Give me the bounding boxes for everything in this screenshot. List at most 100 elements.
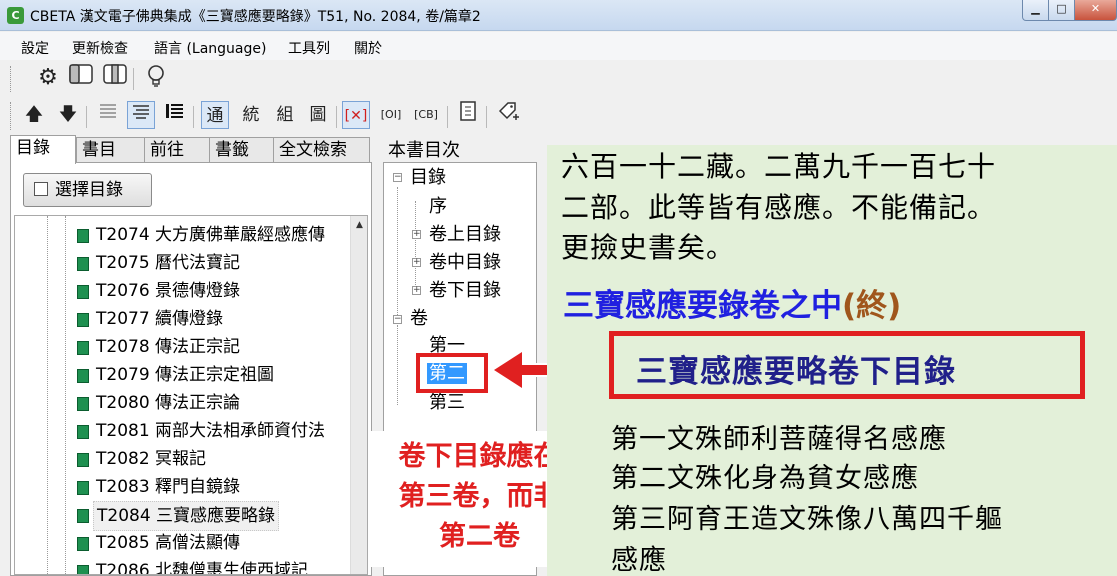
toc-entry-text: 第三阿育王造文殊像八萬四千軀 <box>611 504 1003 535</box>
callout-text: 三寶感應要略卷下目錄 <box>636 354 956 390</box>
book-icon <box>77 453 89 467</box>
tree-item-selected[interactable]: T2084 三寶感應要略錄 <box>15 501 355 531</box>
collapse-icon[interactable]: − <box>393 315 402 324</box>
book-icon <box>77 369 89 383</box>
expand-icon[interactable]: + <box>412 230 421 239</box>
tab-catalog[interactable]: 目錄 <box>10 135 76 164</box>
select-catalog-label: 選擇目錄 <box>55 180 123 200</box>
book-icon <box>77 341 89 355</box>
toc-entry-text: 感應 <box>611 545 667 576</box>
scroll-up-arrow-icon[interactable]: ▲ <box>351 220 367 230</box>
window-title: CBETA 漢文電子佛典集成《三寶感應要略錄》T51, No. 2084, 卷/… <box>30 9 481 25</box>
text-line: 更撿史書矣。 <box>561 231 736 264</box>
toggle-left-panel-icon[interactable] <box>67 64 95 92</box>
toc-juan-item[interactable]: 第三 <box>429 390 465 416</box>
bracket-x-icon[interactable]: [✕] <box>342 101 370 129</box>
tab-bookmarks[interactable]: 書籤 <box>209 137 274 163</box>
tree-item[interactable]: T2080 傳法正宗論 <box>15 389 355 417</box>
toc-item[interactable]: 卷下目錄 <box>429 278 501 304</box>
zu-button[interactable]: 組 <box>271 101 299 129</box>
catalog-panel: 選擇目錄 T2074 大方廣佛華嚴經感應傳 T2075 曆代法寶記 T2076 … <box>10 162 372 576</box>
text-line: 六百一十二藏。二萬九千一百七十 <box>561 150 997 183</box>
tong-button[interactable]: 通 <box>201 101 229 129</box>
book-icon <box>77 481 89 495</box>
tree-item[interactable]: T2086 北魏僧惠生使西域記 <box>15 557 355 574</box>
menu-update-check[interactable]: 更新檢查 <box>72 38 128 58</box>
tree-item[interactable]: T2076 景德傳燈錄 <box>15 277 355 305</box>
tree-item[interactable]: T2085 高僧法顯傳 <box>15 529 355 557</box>
collapse-icon[interactable]: − <box>393 173 402 182</box>
annotation-callout-box: 三寶感應要略卷下目錄 <box>609 331 1085 399</box>
add-tag-icon[interactable] <box>494 101 522 129</box>
maximize-button[interactable]: □ <box>1048 0 1075 21</box>
book-icon <box>77 425 89 439</box>
reader-panel: 六百一十二藏。二萬九千一百七十 二部。此等皆有感應。不能備記。 更撿史書矣。 三… <box>547 145 1117 576</box>
expand-icon[interactable]: + <box>412 286 421 295</box>
tu-button[interactable]: 圖 <box>304 101 332 129</box>
toc-guide-line <box>415 201 416 291</box>
menu-toolbar[interactable]: 工具列 <box>288 38 330 58</box>
minimize-button[interactable]: ▁ <box>1022 0 1049 21</box>
toolbar-separator <box>193 106 194 128</box>
toc-item[interactable]: 卷中目錄 <box>429 250 501 276</box>
tree-item[interactable]: T2074 大方廣佛華嚴經感應傳 <box>15 221 355 249</box>
toolbar-bottom: 🡅 🡇 通 統 組 圖 [✕] [OI] [CB] <box>0 98 1117 135</box>
menu-about[interactable]: 關於 <box>354 38 382 58</box>
lightbulb-icon[interactable] <box>142 64 170 92</box>
arrow-up-icon[interactable]: 🡅 <box>20 101 48 129</box>
book-icon <box>77 285 89 299</box>
align-lines-icon[interactable] <box>94 101 122 129</box>
tree-item[interactable]: T2075 曆代法寶記 <box>15 249 355 277</box>
text-line: 二部。此等皆有感應。不能備記。 <box>561 191 997 224</box>
tree-item[interactable]: T2081 兩部大法相承師資付法 <box>15 417 355 445</box>
arrow-down-icon[interactable]: 🡇 <box>54 101 82 129</box>
tong2-button[interactable]: 統 <box>237 101 265 129</box>
tree-scrollbar[interactable]: ▲ <box>350 216 367 574</box>
left-tab-bar: 目錄 書目 前往 書籤 全文檢索 <box>10 135 372 164</box>
menu-settings[interactable]: 設定 <box>21 38 49 58</box>
tree-item[interactable]: T2078 傳法正宗記 <box>15 333 355 361</box>
menu-language[interactable]: 語言 (Language) <box>154 38 266 58</box>
page-mark-icon[interactable] <box>454 101 482 129</box>
toc-guide-line <box>397 325 398 405</box>
book-icon <box>77 565 89 574</box>
settings-gear-icon[interactable]: ⚙ <box>34 64 62 92</box>
annotation-highlight-box <box>416 353 488 393</box>
tab-bibliography[interactable]: 書目 <box>76 137 145 163</box>
tree-item[interactable]: T2079 傳法正宗定祖圖 <box>15 361 355 389</box>
title-bar: C CBETA 漢文電子佛典集成《三寶感應要略錄》T51, No. 2084, … <box>0 0 1117 31</box>
tree-item[interactable]: T2082 冥報記 <box>15 445 355 473</box>
expand-icon[interactable]: + <box>412 258 421 267</box>
book-icon <box>77 229 89 243</box>
close-button[interactable]: ✕ <box>1074 0 1117 21</box>
toolbar-separator <box>133 68 134 90</box>
book-icon <box>77 257 89 271</box>
toc-item[interactable]: 序 <box>429 194 447 220</box>
toolbar-separator <box>86 106 87 128</box>
tree-item[interactable]: T2083 釋門自鏡錄 <box>15 473 355 501</box>
toggle-split-panel-icon[interactable] <box>101 64 129 92</box>
cbeta-app-icon: C <box>7 7 24 24</box>
align-paragraph-icon[interactable] <box>127 101 155 129</box>
toc-item[interactable]: 卷上目錄 <box>429 222 501 248</box>
cb-button[interactable]: [CB] <box>412 101 440 129</box>
toolbar-separator <box>447 106 448 128</box>
oi-button[interactable]: [OI] <box>377 101 405 129</box>
toc-root[interactable]: 目錄 <box>410 165 446 191</box>
menu-bar: 設定 更新檢查 語言 (Language) 工具列 關於 <box>0 32 1117 60</box>
tab-goto[interactable]: 前往 <box>144 137 210 163</box>
toc-header: 本書目次 <box>388 140 460 161</box>
juan-end-heading: 三寶感應要錄卷之中(終) <box>563 288 902 324</box>
tab-fulltext-search[interactable]: 全文檢索 <box>273 137 370 163</box>
toolbar-grip <box>10 66 13 92</box>
book-icon <box>77 537 89 551</box>
book-icon <box>77 509 89 523</box>
toolbar-separator <box>336 106 337 128</box>
align-bold-lines-icon[interactable] <box>161 101 189 129</box>
toc-guide-line <box>397 187 398 317</box>
tree-item[interactable]: T2077 續傳燈錄 <box>15 305 355 333</box>
catalog-tree: T2074 大方廣佛華嚴經感應傳 T2075 曆代法寶記 T2076 景德傳燈錄… <box>14 215 368 575</box>
toc-juan[interactable]: 卷 <box>410 306 428 332</box>
annotation-arrow-icon <box>494 352 522 388</box>
select-catalog-button[interactable]: 選擇目錄 <box>23 173 152 207</box>
